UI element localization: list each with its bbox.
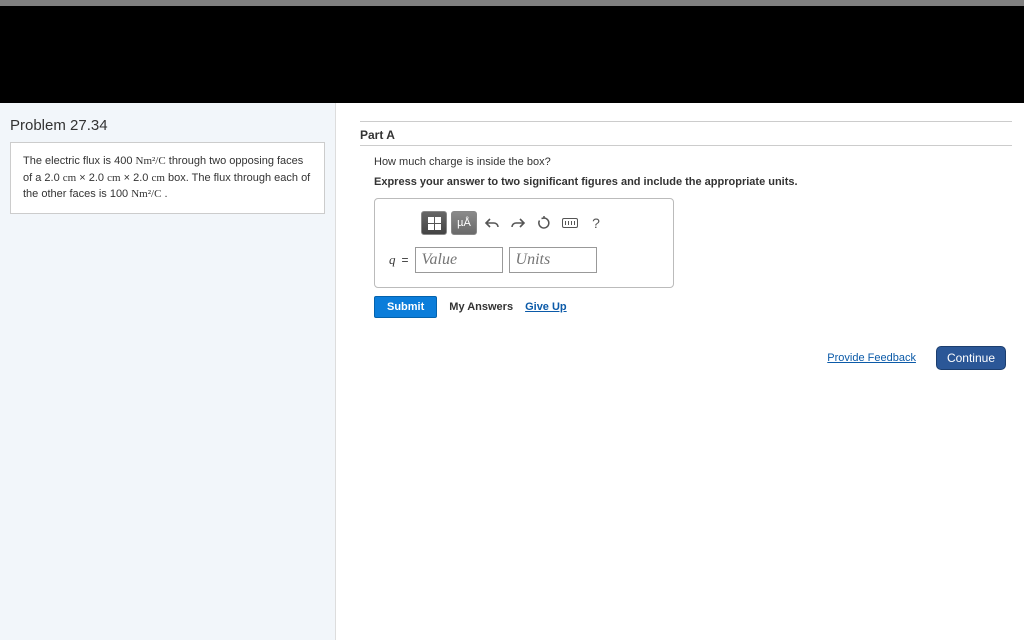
help-button[interactable]: ?: [585, 212, 607, 234]
my-answers-label[interactable]: My Answers: [449, 301, 513, 313]
main-content: Problem 27.34 The electric flux is 400 N…: [0, 103, 1024, 640]
action-row: Submit My Answers Give Up: [374, 296, 1012, 318]
undo-button[interactable]: [481, 212, 503, 234]
problem-statement: The electric flux is 400 Nm²/C through t…: [10, 142, 325, 214]
continue-button[interactable]: Continue: [936, 346, 1006, 370]
submit-button[interactable]: Submit: [374, 296, 437, 318]
reset-button[interactable]: [533, 212, 555, 234]
cm3: cm: [151, 172, 164, 184]
part-label: Part A: [360, 128, 1012, 146]
variable-label: q: [389, 252, 396, 268]
keyboard-button[interactable]: [559, 212, 581, 234]
left-panel: Problem 27.34 The electric flux is 400 N…: [0, 103, 335, 640]
endt: .: [161, 188, 167, 200]
cm1: cm: [63, 172, 76, 184]
x1: × 2.0: [76, 172, 107, 184]
right-panel: Part A How much charge is inside the box…: [335, 103, 1024, 640]
divider: [360, 121, 1012, 122]
instruction-text: Express your answer to two significant f…: [374, 176, 1012, 188]
problem-title: Problem 27.34: [0, 113, 335, 142]
value-input[interactable]: [415, 247, 503, 273]
equation-toolbar: µÅ ?: [421, 211, 659, 235]
reset-icon: [537, 216, 551, 230]
keyboard-icon: [562, 218, 578, 228]
x2: × 2.0: [121, 172, 152, 184]
redo-button[interactable]: [507, 212, 529, 234]
equals-sign: =: [402, 253, 409, 267]
template-icon: [428, 217, 441, 230]
answer-box: µÅ ? q =: [374, 198, 674, 288]
undo-icon: [484, 216, 500, 230]
template-picker-button[interactable]: [421, 211, 447, 235]
answer-input-row: q =: [389, 247, 659, 273]
unit2: Nm²/C: [131, 188, 161, 200]
provide-feedback-link[interactable]: Provide Feedback: [827, 352, 916, 364]
redo-icon: [510, 216, 526, 230]
cm2: cm: [107, 172, 120, 184]
question-text: How much charge is inside the box?: [374, 156, 1012, 168]
unit1: Nm²/C: [136, 155, 166, 167]
top-banner: [0, 6, 1024, 103]
units-picker-button[interactable]: µÅ: [451, 211, 477, 235]
footer-row: Provide Feedback Continue: [360, 346, 1012, 370]
ptext: The electric flux is 400: [23, 155, 136, 167]
units-input[interactable]: [509, 247, 597, 273]
give-up-link[interactable]: Give Up: [525, 301, 567, 313]
